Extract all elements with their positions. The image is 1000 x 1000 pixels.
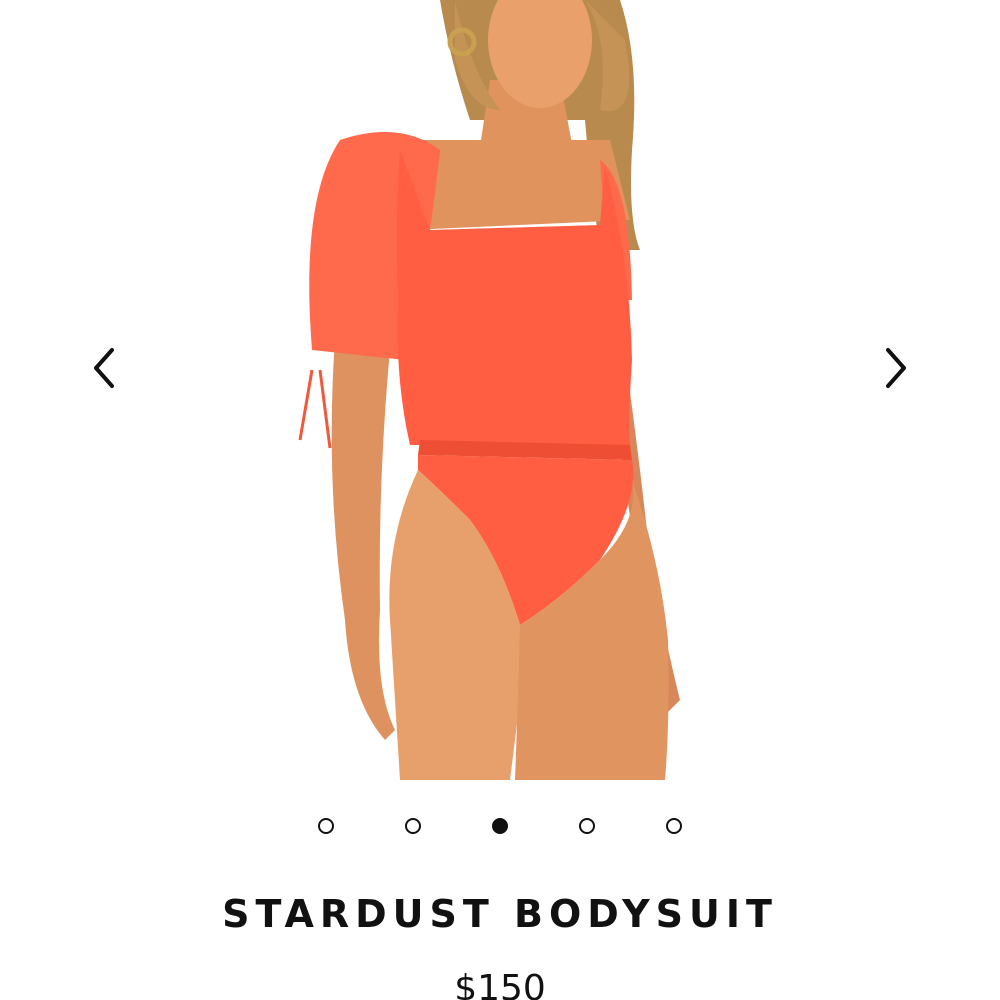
chevron-left-icon <box>94 348 114 388</box>
carousel-prev-button[interactable] <box>76 340 132 396</box>
carousel-pagination <box>0 816 1000 840</box>
carousel-dot-2[interactable] <box>405 818 421 834</box>
carousel-next-button[interactable] <box>868 340 924 396</box>
product-price: $150 <box>454 968 546 1000</box>
carousel-dot-1[interactable] <box>318 818 334 834</box>
product-title: STARDUST BODYSUIT <box>222 892 778 936</box>
carousel-dot-4[interactable] <box>579 818 595 834</box>
product-page: STARDUST BODYSUIT $150 <box>0 0 1000 1000</box>
carousel-dot-3[interactable] <box>492 818 508 834</box>
chevron-right-icon <box>886 348 906 388</box>
product-photo <box>0 0 1000 780</box>
carousel-dot-5[interactable] <box>666 818 682 834</box>
